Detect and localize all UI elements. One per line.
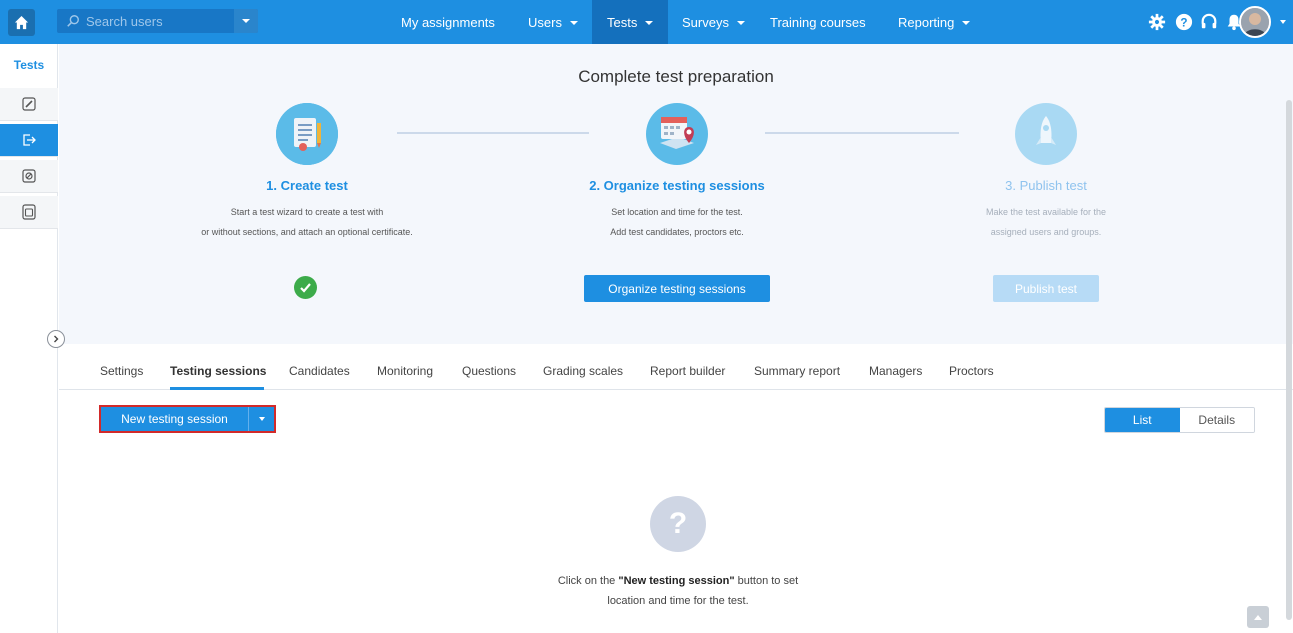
exit-icon (22, 134, 36, 146)
user-avatar[interactable] (1239, 6, 1271, 38)
step-description: Make the test available for the assigned… (896, 202, 1196, 242)
checkmark-icon (300, 283, 311, 293)
home-button[interactable] (8, 9, 35, 36)
caret-down-icon (242, 19, 250, 23)
active-tab-indicator (170, 387, 264, 390)
organize-testing-sessions-button[interactable]: Organize testing sessions (584, 275, 770, 302)
tab-monitoring[interactable]: Monitoring (377, 364, 433, 378)
publish-test-button[interactable]: Publish test (993, 275, 1099, 302)
caret-down-icon (569, 21, 578, 25)
caret-down-icon (962, 21, 971, 25)
main-content: Complete test preparation 1. Create test… (59, 44, 1293, 633)
tab-candidates[interactable]: Candidates (289, 364, 350, 378)
tab-summary-report[interactable]: Summary report (754, 364, 840, 378)
archive-icon (22, 204, 36, 220)
caret-down-icon (736, 21, 745, 25)
tab-grading-scales[interactable]: Grading scales (543, 364, 623, 378)
top-navigation-bar: Search users My assignments Users Tests … (0, 0, 1293, 44)
search-filter-dropdown[interactable] (234, 9, 258, 33)
gear-icon[interactable] (1148, 13, 1166, 31)
view-details-button[interactable]: Details (1179, 408, 1254, 432)
calendar-location-icon (646, 103, 708, 165)
caret-up-icon (1254, 615, 1262, 620)
help-icon[interactable]: ? (1175, 13, 1193, 31)
sidebar-expand-button[interactable] (47, 330, 65, 348)
nav-reporting[interactable]: Reporting (898, 0, 971, 44)
chevron-right-icon (54, 335, 59, 343)
step-description: Start a test wizard to create a test wit… (157, 202, 457, 242)
sidebar-item-archive[interactable] (0, 196, 58, 229)
home-icon (14, 15, 29, 30)
empty-state-line2: location and time for the test. (607, 595, 749, 607)
nav-my-assignments[interactable]: My assignments (401, 0, 495, 44)
step-connector (397, 132, 589, 134)
empty-state-line1: Click on the "New testing session" butto… (499, 571, 857, 591)
nav-label: Users (528, 14, 562, 30)
step-description: Set location and time for the test. Add … (527, 202, 827, 242)
view-list-button[interactable]: List (1105, 408, 1180, 432)
nav-label: Tests (607, 14, 638, 30)
search-icon (67, 15, 79, 27)
avatar-image (1241, 8, 1269, 36)
step-title-organize-sessions: 2. Organize testing sessions (589, 178, 765, 193)
nav-label: Surveys (682, 14, 729, 30)
edit-icon (22, 97, 36, 111)
empty-text-part: button to set (734, 575, 799, 587)
empty-state-message: Click on the "New testing session" butto… (499, 571, 857, 611)
desc-line: or without sections, and attach an optio… (201, 227, 413, 237)
nav-label: Reporting (898, 14, 955, 30)
nav-surveys[interactable]: Surveys (682, 0, 745, 44)
nav-tests[interactable]: Tests (592, 0, 669, 44)
tab-settings[interactable]: Settings (100, 364, 143, 378)
caret-down-icon[interactable] (1280, 20, 1286, 24)
page-title: Complete test preparation (578, 67, 774, 86)
desc-line: Make the test available for the (985, 207, 1107, 217)
search-input-placeholder[interactable]: Search users (86, 14, 163, 29)
view-mode-toggle: List Details (1104, 407, 1255, 433)
caret-down-icon (258, 417, 265, 421)
step-title-create-test: 1. Create test (266, 178, 348, 193)
sidebar-title: Tests (13, 58, 45, 72)
desc-line: assigned users and groups. (990, 227, 1102, 237)
test-preparation-panel: Complete test preparation 1. Create test… (59, 44, 1293, 390)
nav-users[interactable]: Users (528, 0, 578, 44)
desc-line: Set location and time for the test. (611, 207, 743, 217)
step-title-publish-test: 3. Publish test (1005, 178, 1087, 193)
tab-questions[interactable]: Questions (462, 364, 516, 378)
new-testing-session-label[interactable]: New testing session (101, 407, 248, 431)
svg-text:?: ? (1180, 17, 1187, 30)
tab-testing-sessions[interactable]: Testing sessions (170, 364, 266, 378)
tab-proctors[interactable]: Proctors (949, 364, 994, 378)
completed-check-icon (294, 276, 317, 299)
desc-line: Add test candidates, proctors etc. (610, 227, 744, 237)
empty-text-part: Click on the (557, 575, 619, 587)
headset-icon[interactable] (1200, 13, 1218, 31)
caret-down-icon (645, 21, 654, 25)
create-test-step-icon (276, 103, 338, 165)
step-connector (765, 132, 959, 134)
document-icon (276, 103, 338, 165)
page-scrollbar[interactable] (1286, 100, 1292, 620)
nav-label: Training courses (770, 14, 866, 30)
new-session-dropdown-toggle[interactable] (248, 407, 274, 431)
tab-report-builder[interactable]: Report builder (650, 364, 725, 378)
publish-test-step-icon (1015, 103, 1077, 165)
nav-label: My assignments (401, 14, 495, 30)
nav-training-courses[interactable]: Training courses (770, 0, 866, 44)
search-users-box[interactable]: Search users (57, 9, 258, 33)
block-icon (22, 169, 36, 183)
organize-sessions-step-icon (646, 103, 708, 165)
sidebar-item-block[interactable] (0, 160, 58, 193)
test-tabs: Settings Testing sessions Candidates Mon… (59, 344, 1293, 390)
tab-managers[interactable]: Managers (869, 364, 922, 378)
sidebar-item-exit[interactable] (0, 124, 58, 157)
empty-text-emphasis: "New testing session" (618, 575, 735, 587)
rocket-icon (1015, 103, 1077, 165)
new-testing-session-button[interactable]: New testing session (99, 405, 276, 433)
sidebar-item-edit[interactable] (0, 88, 58, 121)
desc-line: Start a test wizard to create a test wit… (230, 207, 384, 217)
question-mark-icon: ? (650, 496, 706, 552)
scroll-to-top-button[interactable] (1247, 606, 1269, 628)
